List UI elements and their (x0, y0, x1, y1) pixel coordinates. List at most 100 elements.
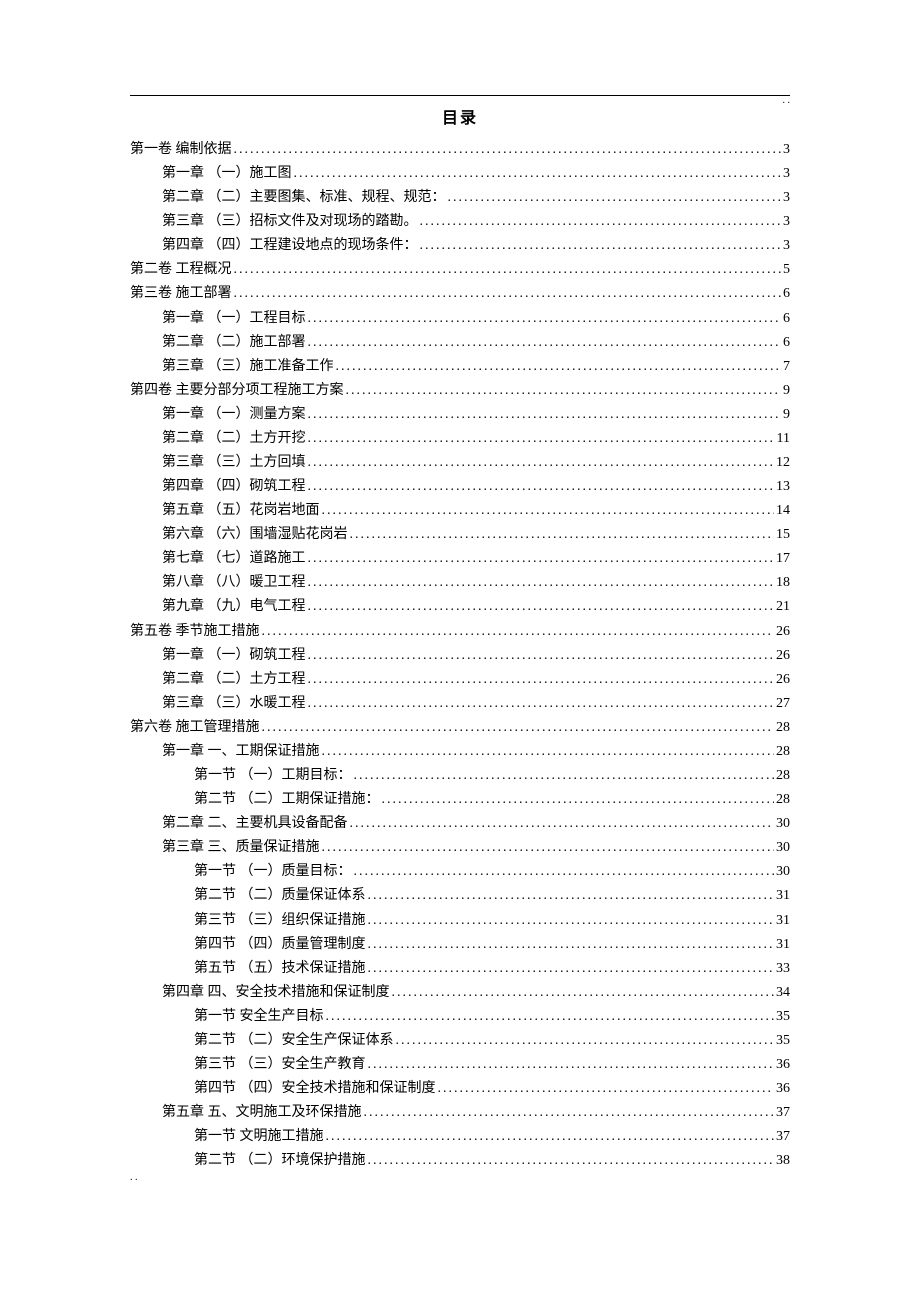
toc-entry-page: 30 (776, 836, 790, 860)
toc-leader-dots (294, 162, 782, 186)
toc-entry: 第二章 二、主要机具设备配备 30 (130, 812, 790, 836)
toc-entry: 第五章 五、文明施工及环保措施 37 (130, 1101, 790, 1125)
toc-entry-page: 31 (776, 884, 790, 908)
toc-entry: 第四章 （四）工程建设地点的现场条件： 3 (130, 234, 790, 258)
toc-leader-dots (308, 307, 782, 331)
toc-entry-label: 第一章 （一）砌筑工程 (162, 644, 306, 668)
toc-entry-label: 第四章 （四）砌筑工程 (162, 475, 306, 499)
toc-leader-dots (364, 1101, 775, 1125)
toc-entry-page: 31 (776, 909, 790, 933)
toc-entry-page: 21 (776, 595, 790, 619)
toc-entry: 第二章 （二）主要图集、标准、规程、规范： 3 (130, 186, 790, 210)
toc-entry-label: 第二卷 工程概况 (130, 258, 232, 282)
toc-entry: 第三节 （三）安全生产教育 36 (130, 1053, 790, 1077)
toc-entry-label: 第一节 （一）质量目标： (194, 860, 352, 884)
toc-leader-dots (308, 668, 775, 692)
toc-entry-label: 第三节 （三）安全生产教育 (194, 1053, 366, 1077)
toc-entry-label: 第三章 三、质量保证措施 (162, 836, 320, 860)
toc-entry: 第一章 （一）工程目标 6 (130, 307, 790, 331)
toc-entry-page: 28 (776, 716, 790, 740)
toc-entry: 第三节 （三）组织保证措施31 (130, 909, 790, 933)
toc-entry-page: 3 (783, 210, 790, 234)
toc-entry-page: 6 (783, 307, 790, 331)
toc-entry-label: 第一卷 编制依据 (130, 138, 232, 162)
toc-entry-label: 第一节 文明施工措施 (194, 1125, 324, 1149)
toc-leader-dots (322, 740, 775, 764)
toc-entry-page: 3 (783, 234, 790, 258)
toc-entry-page: 3 (783, 162, 790, 186)
toc-entry-page: 36 (776, 1053, 790, 1077)
toc-entry: 第二节 （二）安全生产保证体系35 (130, 1029, 790, 1053)
toc-entry: 第一章 （一）砌筑工程 26 (130, 644, 790, 668)
toc-entry: 第三章 （三）水暖工程 27 (130, 692, 790, 716)
toc-entry: 第一节 文明施工措施37 (130, 1125, 790, 1149)
toc-entry-label: 第二节 （二）工期保证措施： (194, 788, 380, 812)
toc-leader-dots (308, 331, 782, 355)
toc-leader-dots (420, 234, 782, 258)
toc-leader-dots (326, 1005, 775, 1029)
toc-leader-dots (368, 909, 775, 933)
toc-entry-label: 第二章 （二）主要图集、标准、规程、规范： (162, 186, 446, 210)
toc-entry-label: 第二节 （二）安全生产保证体系 (194, 1029, 394, 1053)
toc-leader-dots (308, 644, 775, 668)
toc-leader-dots (308, 403, 782, 427)
toc-entry-label: 第四卷 主要分部分项工程施工方案 (130, 379, 344, 403)
toc-leader-dots (368, 933, 775, 957)
toc-entry: 第二章 （二）施工部署 6 (130, 331, 790, 355)
toc-entry: 第三章 （三）招标文件及对现场的踏勘。 3 (130, 210, 790, 234)
toc-entry-label: 第二章 （二）施工部署 (162, 331, 306, 355)
toc-entry-label: 第一章 （一）施工图 (162, 162, 292, 186)
toc-entry: 第一章 一、工期保证措施 28 (130, 740, 790, 764)
toc-leader-dots (308, 547, 775, 571)
toc-entry: 第二章 （二）土方开挖 11 (130, 427, 790, 451)
toc-entry: 第二节 （二）工期保证措施：28 (130, 788, 790, 812)
toc-entry: 第八章 （八）暖卫工程 18 (130, 571, 790, 595)
toc-entry: 第一节 （一）质量目标：30 (130, 860, 790, 884)
toc-entry-page: 3 (783, 138, 790, 162)
toc-entry-page: 34 (776, 981, 790, 1005)
toc-entry-label: 第六卷 施工管理措施 (130, 716, 260, 740)
toc-entry: 第六章 （六）围墙湿贴花岗岩 15 (130, 523, 790, 547)
toc-entry-label: 第一章 （一）测量方案 (162, 403, 306, 427)
toc-entry: 第九章 （九）电气工程 21 (130, 595, 790, 619)
toc-entry-label: 第二节 （二）环境保护措施 (194, 1149, 366, 1173)
toc-entry: 第三卷 施工部署6 (130, 282, 790, 306)
toc-entry: 第三章 （三）土方回填 12 (130, 451, 790, 475)
footer-marker: . . (130, 1172, 138, 1183)
toc-leader-dots (308, 427, 775, 451)
toc-entry: 第七章 （七）道路施工 17 (130, 547, 790, 571)
toc-entry-page: 26 (776, 668, 790, 692)
toc-entry-page: 30 (776, 812, 790, 836)
toc-entry-page: 6 (783, 331, 790, 355)
toc-entry: 第五卷 季节施工措施 26 (130, 620, 790, 644)
toc-entry-page: 3 (783, 186, 790, 210)
toc-entry: 第三章 三、质量保证措施 30 (130, 836, 790, 860)
toc-entry-page: 37 (776, 1101, 790, 1125)
header-marker: . . (783, 95, 791, 106)
toc-entry-page: 38 (776, 1149, 790, 1173)
toc-entry-label: 第五章 （五）花岗岩地面 (162, 499, 320, 523)
toc-entry-label: 第五卷 季节施工措施 (130, 620, 260, 644)
toc-entry-page: 5 (783, 258, 790, 282)
toc-entry-label: 第二章 二、主要机具设备配备 (162, 812, 348, 836)
toc-entry: 第五节 （五）技术保证措施33 (130, 957, 790, 981)
toc-entry-page: 26 (776, 620, 790, 644)
toc-entry-label: 第三卷 施工部署 (130, 282, 232, 306)
toc-leader-dots (234, 138, 782, 162)
toc-entry-page: 33 (776, 957, 790, 981)
toc-entry: 第一章 （一）施工图 3 (130, 162, 790, 186)
toc-entry-label: 第四章 四、安全技术措施和保证制度 (162, 981, 390, 1005)
toc-entry-label: 第四章 （四）工程建设地点的现场条件： (162, 234, 418, 258)
toc-entry-label: 第七章 （七）道路施工 (162, 547, 306, 571)
toc-leader-dots (368, 1053, 775, 1077)
toc-entry: 第四章 （四）砌筑工程 13 (130, 475, 790, 499)
toc-leader-dots (368, 884, 775, 908)
toc-leader-dots (308, 571, 775, 595)
toc-entry: 第一节 （一）工期目标：28 (130, 764, 790, 788)
toc-entry-label: 第三章 （三）招标文件及对现场的踏勘。 (162, 210, 418, 234)
toc-entry-label: 第二节 （二）质量保证体系 (194, 884, 366, 908)
toc-entry: 第六卷 施工管理措施 28 (130, 716, 790, 740)
toc-leader-dots (382, 788, 775, 812)
toc-entry: 第四卷 主要分部分项工程施工方案9 (130, 379, 790, 403)
toc-leader-dots (308, 692, 775, 716)
